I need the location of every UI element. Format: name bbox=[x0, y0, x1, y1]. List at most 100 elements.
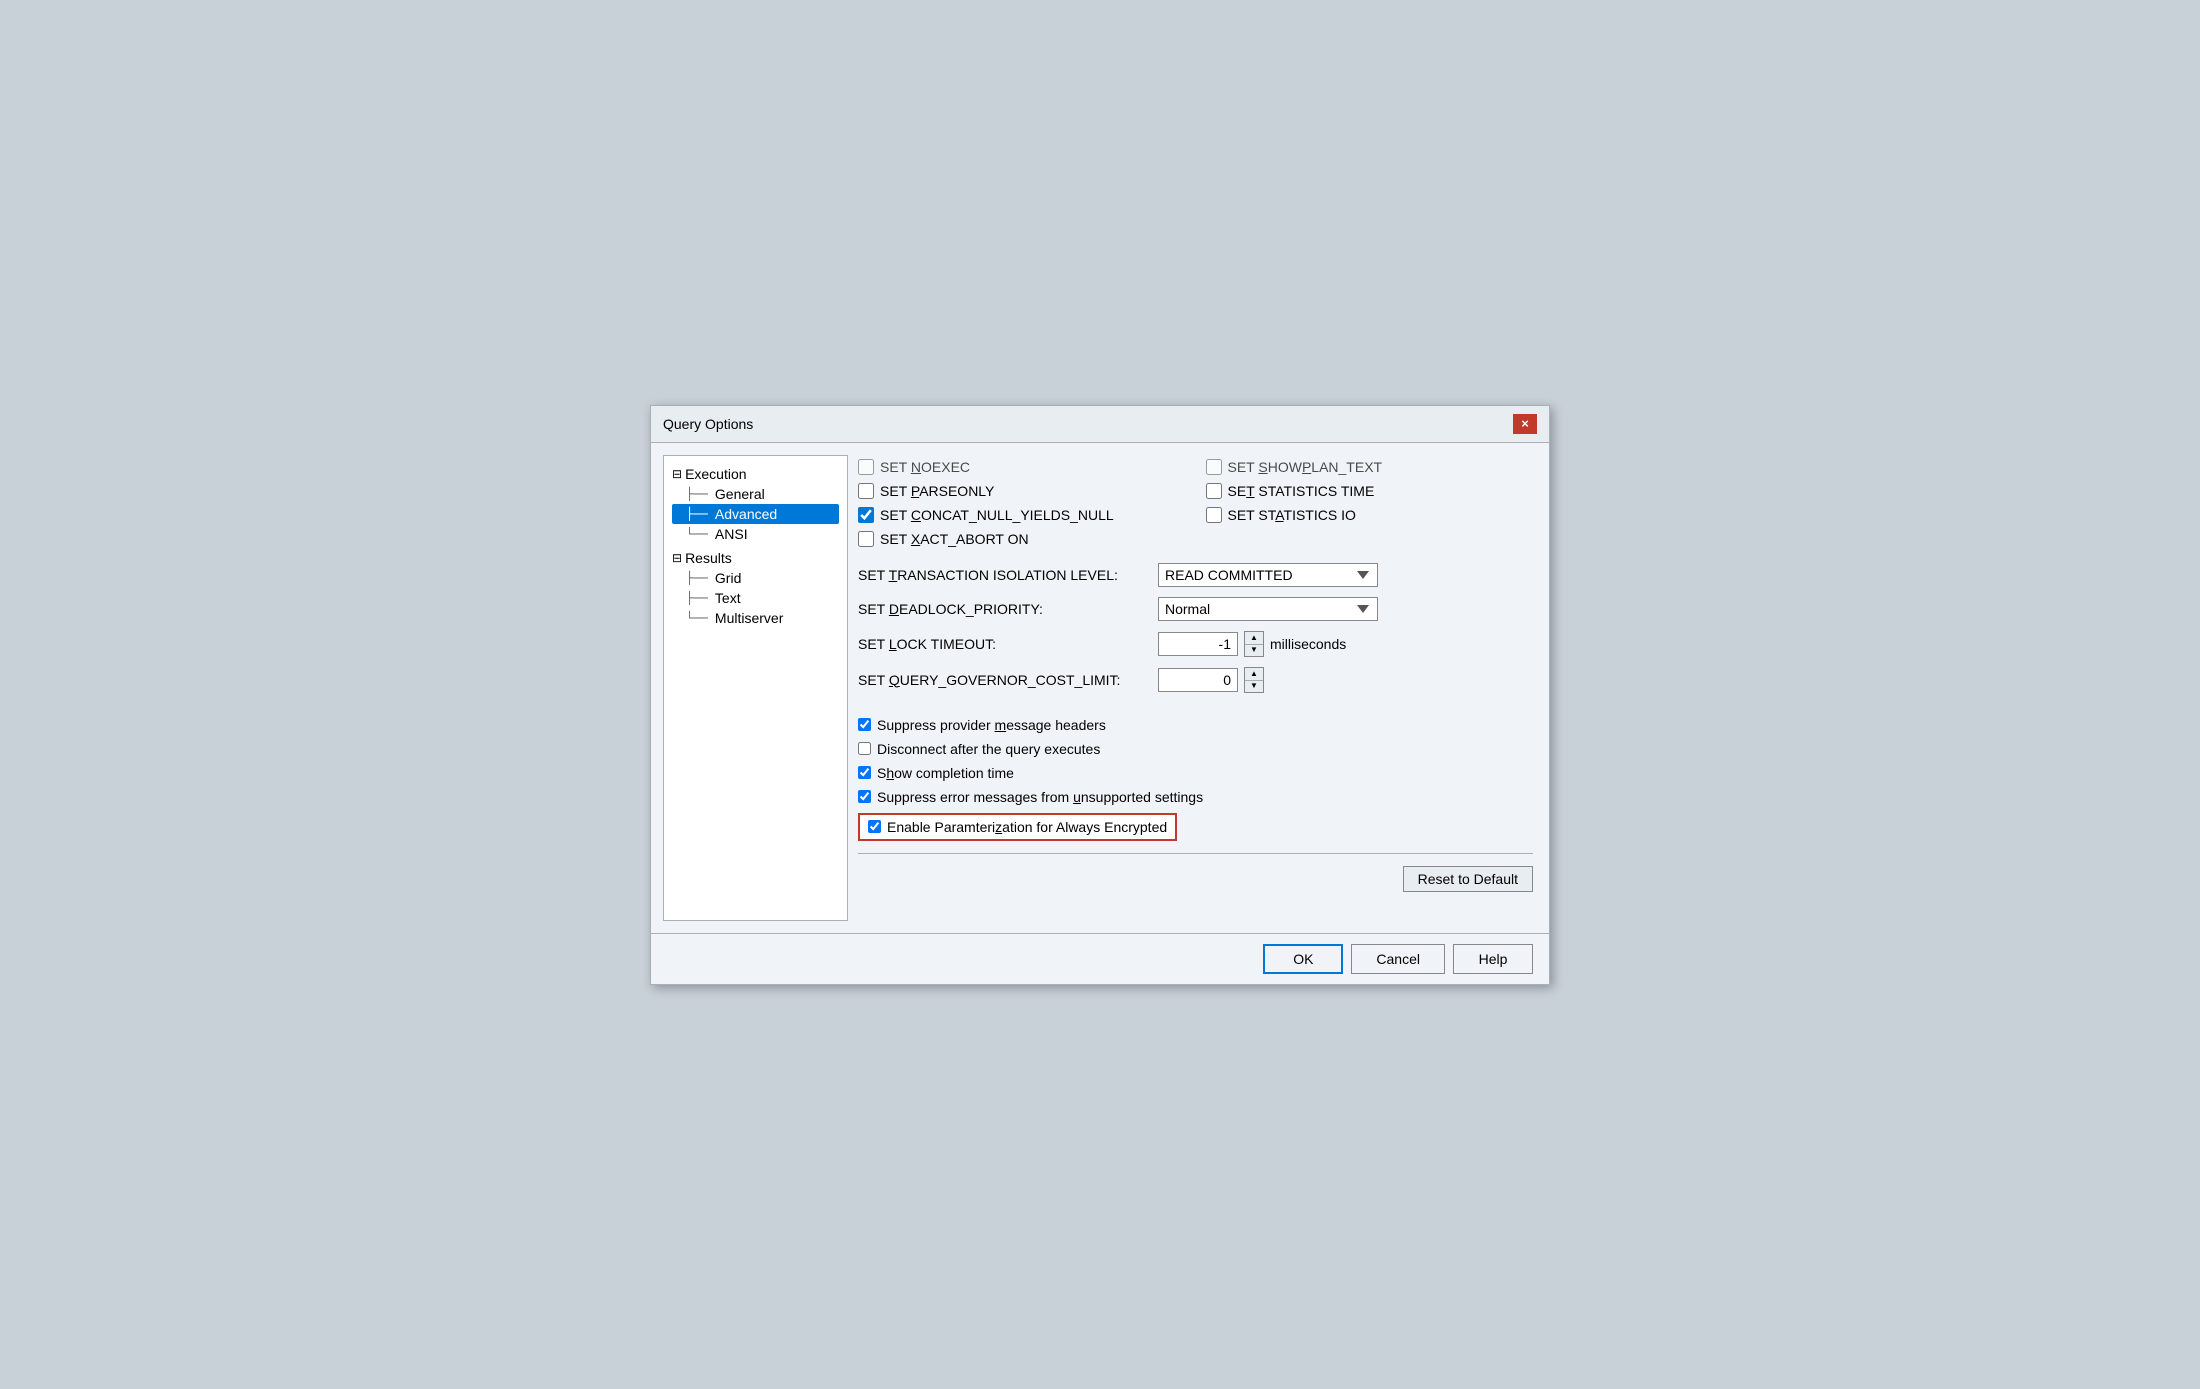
tree-item-results[interactable]: ⊟ Results bbox=[672, 548, 839, 568]
checkbox-set-parseonly[interactable] bbox=[858, 483, 874, 499]
expand-icon-results: ⊟ bbox=[672, 551, 682, 565]
query-options-dialog: Query Options × ⊟ Execution ├── General … bbox=[650, 405, 1550, 985]
tree-label-grid: Grid bbox=[715, 570, 741, 586]
spin-up-lock-timeout[interactable]: ▲ bbox=[1245, 632, 1263, 644]
select-deadlock-priority[interactable]: Low Normal High bbox=[1158, 597, 1378, 621]
tree-item-text[interactable]: ├── Text bbox=[672, 588, 839, 608]
label-set-showplan: SET SHOWPLAN_TEXT bbox=[1228, 459, 1383, 475]
field-row-transaction: SET TRANSACTION ISOLATION LEVEL: READ UN… bbox=[858, 563, 1533, 587]
spin-down-lock-timeout[interactable]: ▼ bbox=[1245, 644, 1263, 656]
checkbox-set-stats-time[interactable] bbox=[1206, 483, 1222, 499]
checkbox-disconnect[interactable] bbox=[858, 742, 871, 755]
help-button[interactable]: Help bbox=[1453, 944, 1533, 974]
tree-label-advanced: Advanced bbox=[715, 506, 777, 522]
label-lock-timeout: SET LOCK TIMEOUT: bbox=[858, 636, 1148, 652]
checkbox-enable-parameterization[interactable] bbox=[868, 820, 881, 833]
dialog-title: Query Options bbox=[663, 416, 753, 432]
field-row-query-governor: SET QUERY_GOVERNOR_COST_LIMIT: ▲ ▼ bbox=[858, 667, 1533, 693]
input-lock-timeout[interactable] bbox=[1158, 632, 1238, 656]
top-options-grid: SET NOEXEC SET SHOWPLAN_TEXT SET PARSEON… bbox=[858, 455, 1533, 559]
tree-item-execution[interactable]: ⊟ Execution bbox=[672, 464, 839, 484]
label-transaction: SET TRANSACTION ISOLATION LEVEL: bbox=[858, 567, 1148, 583]
cancel-button[interactable]: Cancel bbox=[1351, 944, 1445, 974]
close-button[interactable]: × bbox=[1513, 414, 1537, 434]
field-row-deadlock: SET DEADLOCK_PRIORITY: Low Normal High bbox=[858, 597, 1533, 621]
reset-row: Reset to Default bbox=[858, 862, 1533, 900]
tree-label-text: Text bbox=[715, 590, 741, 606]
checkbox-set-concat[interactable] bbox=[858, 507, 874, 523]
label-set-noexec: SET NOEXEC bbox=[880, 459, 970, 475]
check-row-noexec: SET NOEXEC bbox=[858, 459, 1186, 475]
fields-section: SET TRANSACTION ISOLATION LEVEL: READ UN… bbox=[858, 559, 1533, 707]
tree-item-advanced[interactable]: ├── Advanced bbox=[672, 504, 839, 524]
label-suppress-errors: Suppress error messages from unsupported… bbox=[877, 789, 1203, 805]
checkbox-set-xact[interactable] bbox=[858, 531, 874, 547]
connector-text: ├── bbox=[686, 591, 715, 605]
connector-grid: ├── bbox=[686, 571, 715, 585]
content-panel: SET NOEXEC SET SHOWPLAN_TEXT SET PARSEON… bbox=[858, 455, 1537, 921]
select-transaction-isolation[interactable]: READ UNCOMMITTED READ COMMITTED REPEATAB… bbox=[1158, 563, 1378, 587]
lock-timeout-input-group: ▲ ▼ milliseconds bbox=[1158, 631, 1346, 657]
content-scroll[interactable]: SET NOEXEC SET SHOWPLAN_TEXT SET PARSEON… bbox=[858, 455, 1537, 921]
tree-item-multiserver[interactable]: └── Multiserver bbox=[672, 608, 839, 628]
connector-multiserver: └── bbox=[686, 611, 715, 625]
divider bbox=[858, 853, 1533, 854]
label-deadlock: SET DEADLOCK_PRIORITY: bbox=[858, 601, 1148, 617]
connector-general: ├── bbox=[686, 487, 715, 501]
label-set-stats-io: SET STATISTICS IO bbox=[1228, 507, 1356, 523]
empty-cell bbox=[1206, 531, 1534, 547]
ok-button[interactable]: OK bbox=[1263, 944, 1343, 974]
dialog-body: ⊟ Execution ├── General ├── Advanced └──… bbox=[651, 443, 1549, 933]
tree-label-ansi: ANSI bbox=[715, 526, 748, 542]
tree-label-multiserver: Multiserver bbox=[715, 610, 783, 626]
connector-advanced: ├── bbox=[686, 507, 715, 521]
label-enable-parameterization: Enable Paramterization for Always Encryp… bbox=[887, 819, 1167, 835]
tree-item-general[interactable]: ├── General bbox=[672, 484, 839, 504]
label-show-completion: Show completion time bbox=[877, 765, 1014, 781]
check-row-show-completion: Show completion time bbox=[858, 761, 1533, 785]
check-row-xact-abort: SET XACT_ABORT ON bbox=[858, 531, 1186, 547]
spin-buttons-query-governor: ▲ ▼ bbox=[1244, 667, 1264, 693]
tree-label-execution: Execution bbox=[685, 466, 746, 482]
label-disconnect: Disconnect after the query executes bbox=[877, 741, 1100, 757]
check-row-disconnect: Disconnect after the query executes bbox=[858, 737, 1533, 761]
milliseconds-label: milliseconds bbox=[1270, 636, 1346, 652]
checkbox-show-completion[interactable] bbox=[858, 766, 871, 779]
tree-item-ansi[interactable]: └── ANSI bbox=[672, 524, 839, 544]
tree-panel: ⊟ Execution ├── General ├── Advanced └──… bbox=[663, 455, 848, 921]
spin-up-query-governor[interactable]: ▲ bbox=[1245, 668, 1263, 680]
check-row-parseonly: SET PARSEONLY bbox=[858, 483, 1186, 499]
label-query-governor: SET QUERY_GOVERNOR_COST_LIMIT: bbox=[858, 672, 1148, 688]
label-suppress-headers: Suppress provider message headers bbox=[877, 717, 1106, 733]
check-row-parameterization: Enable Paramterization for Always Encryp… bbox=[858, 809, 1533, 845]
checkbox-set-stats-io[interactable] bbox=[1206, 507, 1222, 523]
highlighted-parameterization: Enable Paramterization for Always Encryp… bbox=[858, 813, 1177, 841]
checkbox-set-noexec[interactable] bbox=[858, 459, 874, 475]
label-set-concat: SET CONCAT_NULL_YIELDS_NULL bbox=[880, 507, 1114, 523]
label-set-parseonly: SET PARSEONLY bbox=[880, 483, 994, 499]
check-row-showplan: SET SHOWPLAN_TEXT bbox=[1206, 459, 1534, 475]
check-row-stats-io: SET STATISTICS IO bbox=[1206, 507, 1534, 523]
checkbox-suppress-headers[interactable] bbox=[858, 718, 871, 731]
dialog-footer: OK Cancel Help bbox=[651, 933, 1549, 984]
input-query-governor[interactable] bbox=[1158, 668, 1238, 692]
checkbox-set-showplan[interactable] bbox=[1206, 459, 1222, 475]
expand-icon-execution: ⊟ bbox=[672, 467, 682, 481]
spin-buttons-lock-timeout: ▲ ▼ bbox=[1244, 631, 1264, 657]
checkbox-suppress-errors[interactable] bbox=[858, 790, 871, 803]
tree-label-general: General bbox=[715, 486, 765, 502]
check-row-suppress-headers: Suppress provider message headers bbox=[858, 713, 1533, 737]
connector-ansi: └── bbox=[686, 527, 715, 541]
tree-label-results: Results bbox=[685, 550, 732, 566]
field-row-lock-timeout: SET LOCK TIMEOUT: ▲ ▼ milliseconds bbox=[858, 631, 1533, 657]
single-checkboxes-section: Suppress provider message headers Discon… bbox=[858, 713, 1533, 845]
label-set-xact: SET XACT_ABORT ON bbox=[880, 531, 1029, 547]
spin-down-query-governor[interactable]: ▼ bbox=[1245, 680, 1263, 692]
check-row-concat-null: SET CONCAT_NULL_YIELDS_NULL bbox=[858, 507, 1186, 523]
tree-item-grid[interactable]: ├── Grid bbox=[672, 568, 839, 588]
check-row-stats-time: SET STATISTICS TIME bbox=[1206, 483, 1534, 499]
reset-to-default-button[interactable]: Reset to Default bbox=[1403, 866, 1533, 892]
label-set-stats-time: SET STATISTICS TIME bbox=[1228, 483, 1375, 499]
title-bar: Query Options × bbox=[651, 406, 1549, 443]
query-governor-input-group: ▲ ▼ bbox=[1158, 667, 1264, 693]
